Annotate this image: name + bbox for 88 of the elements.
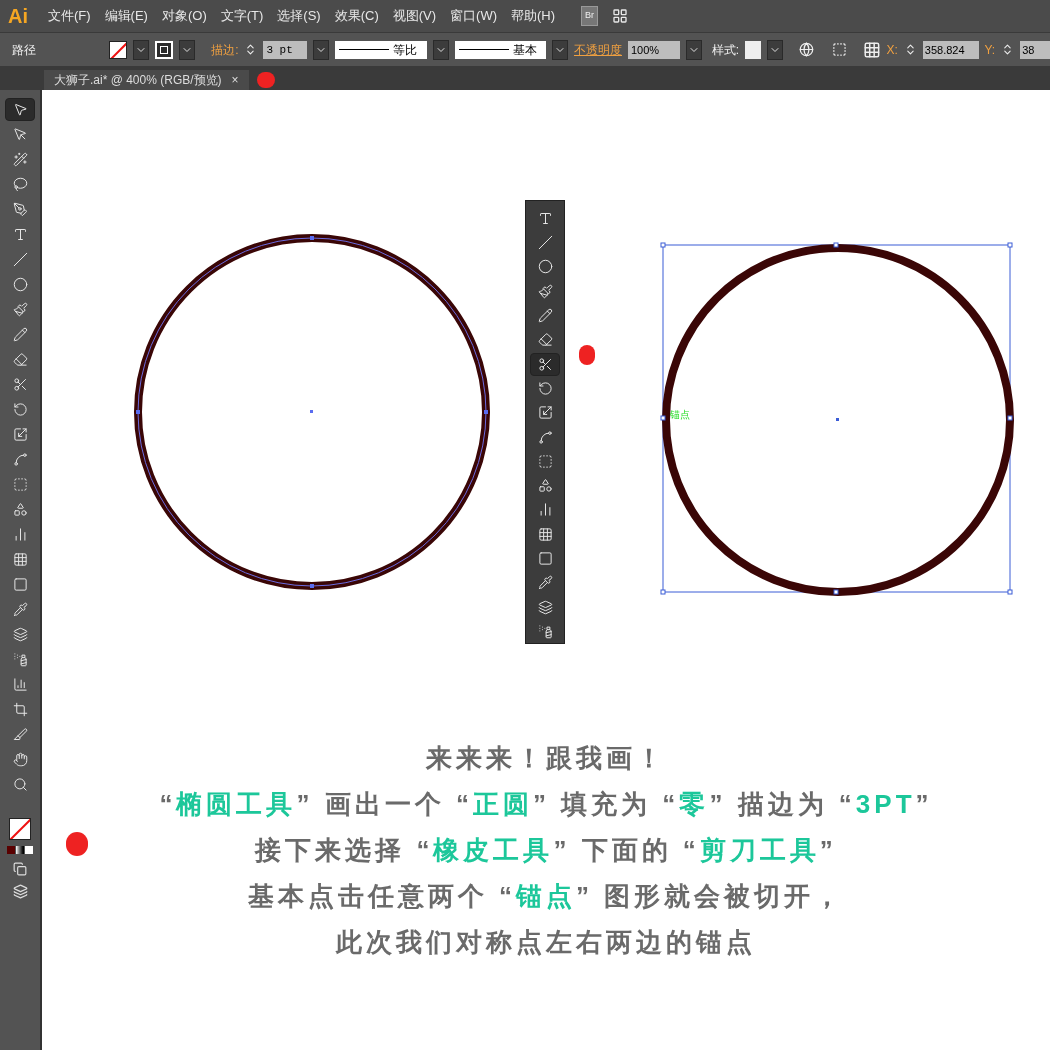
- document-title: 大狮子.ai* @ 400% (RGB/预览): [54, 72, 222, 89]
- shapes-icon: [12, 502, 28, 517]
- menu-item[interactable]: 视图(V): [392, 6, 437, 26]
- caption-line: “椭圆工具” 画出一个 “正圆” 填充为 “零” 描边为 “3PT”: [159, 788, 933, 821]
- scale-box-icon: [537, 405, 553, 421]
- diagonal-line-icon: [537, 235, 553, 251]
- lasso-icon: [12, 177, 28, 192]
- opacity-label[interactable]: 不透明度: [574, 40, 622, 59]
- ellipse-icon: [537, 259, 553, 275]
- spray-can-icon: [12, 652, 28, 667]
- paintbrush-icon: [12, 302, 28, 317]
- scissors-icon: [12, 377, 28, 392]
- pencil-icon: [12, 327, 28, 342]
- dashed-square-icon[interactable]: [831, 42, 847, 57]
- stacked-shapes-icon: [537, 599, 553, 615]
- hand-icon: [12, 752, 28, 767]
- magic-wand-icon: [12, 152, 28, 167]
- curve-icon: [537, 429, 553, 445]
- opacity-field[interactable]: 100%: [628, 40, 680, 59]
- grid-icon: [537, 526, 553, 542]
- tool-button[interactable]: [530, 352, 560, 376]
- eyedropper-icon: [12, 602, 28, 617]
- stroke-swatch[interactable]: [155, 40, 174, 59]
- menu-item[interactable]: 文字(T): [220, 6, 264, 26]
- stroke-weight-field[interactable]: 3 pt: [263, 40, 308, 59]
- letter-t-icon: [12, 227, 28, 242]
- dashed-square-icon: [12, 477, 28, 492]
- paintbrush-icon: [537, 283, 553, 299]
- globe-icon[interactable]: [798, 42, 814, 57]
- y-field[interactable]: 38: [1020, 40, 1050, 59]
- caption-line: 接下来选择 “橡皮工具” 下面的 “剪刀工具”: [255, 834, 837, 867]
- app-logo: Ai: [8, 4, 28, 29]
- rotate-arrow-icon: [12, 402, 28, 417]
- scale-box-icon: [12, 427, 28, 442]
- caption-line: 此次我们对称点左右两边的锚点: [336, 926, 756, 959]
- bridge-button[interactable]: Br: [581, 6, 599, 26]
- y-label: Y:: [984, 41, 996, 59]
- menu-item[interactable]: 选择(S): [277, 6, 321, 26]
- fill-stroke-swatch[interactable]: [9, 818, 31, 840]
- smart-guide-label: 锚点: [670, 408, 690, 422]
- zoom-icon: [12, 777, 28, 792]
- eraser-icon: [537, 332, 553, 348]
- hollow-pointer-icon: [12, 127, 28, 142]
- style-swatch[interactable]: [745, 40, 761, 59]
- column-chart-icon: [12, 677, 28, 692]
- eyedropper-icon: [537, 575, 553, 591]
- diagonal-line-icon: [12, 252, 28, 267]
- brush-dropdown[interactable]: 基本: [454, 40, 547, 59]
- knife-icon: [12, 727, 28, 742]
- stroke-label[interactable]: 描边:: [211, 40, 239, 59]
- shapes-icon: [537, 478, 553, 494]
- reference-point-icon[interactable]: [862, 40, 881, 59]
- x-field[interactable]: 358.824: [922, 40, 979, 59]
- curve-icon: [12, 452, 28, 467]
- style-label: 样式:: [711, 41, 739, 59]
- close-tab-button[interactable]: ×: [231, 71, 239, 89]
- bar-graph-icon: [537, 502, 553, 518]
- menu-item[interactable]: 帮助(H): [511, 6, 556, 26]
- caption-line: 来来来！跟我画！: [426, 742, 666, 775]
- workspace-layout-icon[interactable]: [612, 8, 629, 24]
- menu-item[interactable]: 窗口(W): [450, 6, 497, 26]
- menu-item[interactable]: 对象(O): [161, 6, 207, 26]
- fill-swatch[interactable]: [109, 40, 128, 59]
- ellipse-icon: [12, 277, 28, 292]
- grid-icon: [12, 552, 28, 567]
- menu-item[interactable]: 文件(F): [48, 6, 91, 26]
- letter-t-icon: [537, 210, 553, 226]
- scissors-icon: [537, 356, 553, 372]
- x-label: X:: [886, 41, 898, 59]
- draw-mode-icon[interactable]: [13, 862, 27, 876]
- pencil-icon: [537, 308, 553, 324]
- eraser-icon: [12, 352, 28, 367]
- crop-frame-icon: [12, 702, 28, 717]
- menu-item[interactable]: 编辑(E): [104, 6, 148, 26]
- arrow-pointer-icon: [12, 102, 28, 117]
- caption-line: 基本点击任意两个 “锚点” 图形就会被切开，: [247, 880, 845, 913]
- object-type-label: 路径: [12, 41, 37, 59]
- bar-graph-icon: [12, 527, 28, 542]
- rotate-arrow-icon: [537, 381, 553, 396]
- pen-nib-icon: [12, 202, 28, 217]
- dashed-square-icon: [537, 453, 553, 469]
- profile-dropdown[interactable]: 等比: [335, 40, 427, 59]
- menu-item[interactable]: 效果(C): [334, 6, 379, 26]
- document-tab[interactable]: 大狮子.ai* @ 400% (RGB/预览) ×: [44, 70, 249, 90]
- color-mode-swatches[interactable]: [7, 846, 33, 854]
- spray-can-icon: [537, 623, 553, 639]
- stacked-shapes-icon: [12, 627, 28, 642]
- tool-button[interactable]: [5, 98, 35, 121]
